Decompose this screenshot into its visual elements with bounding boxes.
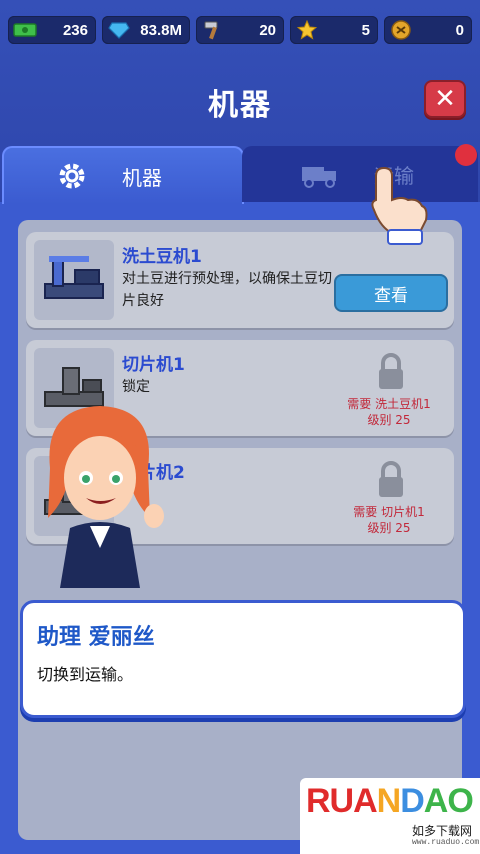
resource-star: 5	[290, 16, 378, 44]
page-title: 机器	[208, 88, 272, 123]
notification-badge	[455, 144, 477, 166]
lock-icon	[379, 461, 403, 497]
machine-description: 对土豆进行预处理，以确保土豆切片良好	[122, 271, 332, 309]
hammer-value: 20	[259, 21, 276, 39]
watermark-url: www.ruaduo.com	[412, 838, 480, 847]
truck-icon	[300, 154, 340, 194]
diamond-icon	[106, 20, 132, 40]
resource-diamond: 83.8M	[102, 16, 190, 44]
assistant-dialog[interactable]: 助理 爱丽丝 切换到运输。	[20, 600, 466, 718]
watermark: RUANDAO 如多下载网 www.ruaduo.com	[300, 778, 480, 854]
star-value: 5	[361, 21, 370, 39]
machine-description: 锁定	[122, 379, 150, 395]
requirement-text: 需要 洗土豆机1	[347, 397, 431, 411]
requirement-level: 级别 25	[367, 413, 411, 427]
requirement-text: 需要 切片机1	[353, 505, 425, 519]
cash-value: 236	[62, 21, 88, 39]
resource-hammer: 20	[196, 16, 284, 44]
tab-machines[interactable]: 机器	[2, 146, 244, 204]
unlock-requirement: 需要 切片机1 级别 25	[334, 504, 444, 536]
token-value: 0	[455, 21, 464, 39]
dialog-speaker: 助理 爱丽丝	[37, 625, 155, 650]
washer-machine-icon	[34, 240, 114, 320]
requirement-level: 级别 25	[367, 521, 411, 535]
gear-icon	[52, 156, 92, 196]
unlock-requirement: 需要 洗土豆机1 级别 25	[334, 396, 444, 428]
close-icon: ✕	[434, 84, 456, 114]
machine-name: 切片机1	[122, 355, 185, 375]
token-icon	[388, 20, 414, 40]
dialog-message: 切换到运输。	[37, 665, 134, 684]
tab-machines-label: 机器	[122, 165, 162, 190]
assistant-avatar	[48, 406, 164, 588]
pointer-hand-icon	[371, 166, 428, 245]
tab-transport[interactable]: 运输	[242, 146, 478, 202]
resource-token: 0	[384, 16, 472, 44]
diamond-value: 83.8M	[140, 21, 182, 39]
star-icon	[294, 20, 320, 40]
watermark-logo: RUANDAO	[306, 782, 474, 820]
watermark-subtitle: 如多下载网	[412, 824, 473, 838]
close-button[interactable]: ✕	[424, 80, 466, 118]
cash-icon	[12, 20, 38, 40]
lock-icon	[379, 353, 403, 389]
machine-name: 洗土豆机1	[122, 247, 202, 267]
machine-card-washer-1: 洗土豆机1 对土豆进行预处理，以确保土豆切片良好 查看	[26, 232, 454, 328]
view-button[interactable]: 查看	[334, 274, 448, 312]
resource-bar: 236 83.8M 20 5 0	[8, 16, 472, 44]
hammer-icon	[200, 20, 226, 40]
resource-cash: 236	[8, 16, 96, 44]
